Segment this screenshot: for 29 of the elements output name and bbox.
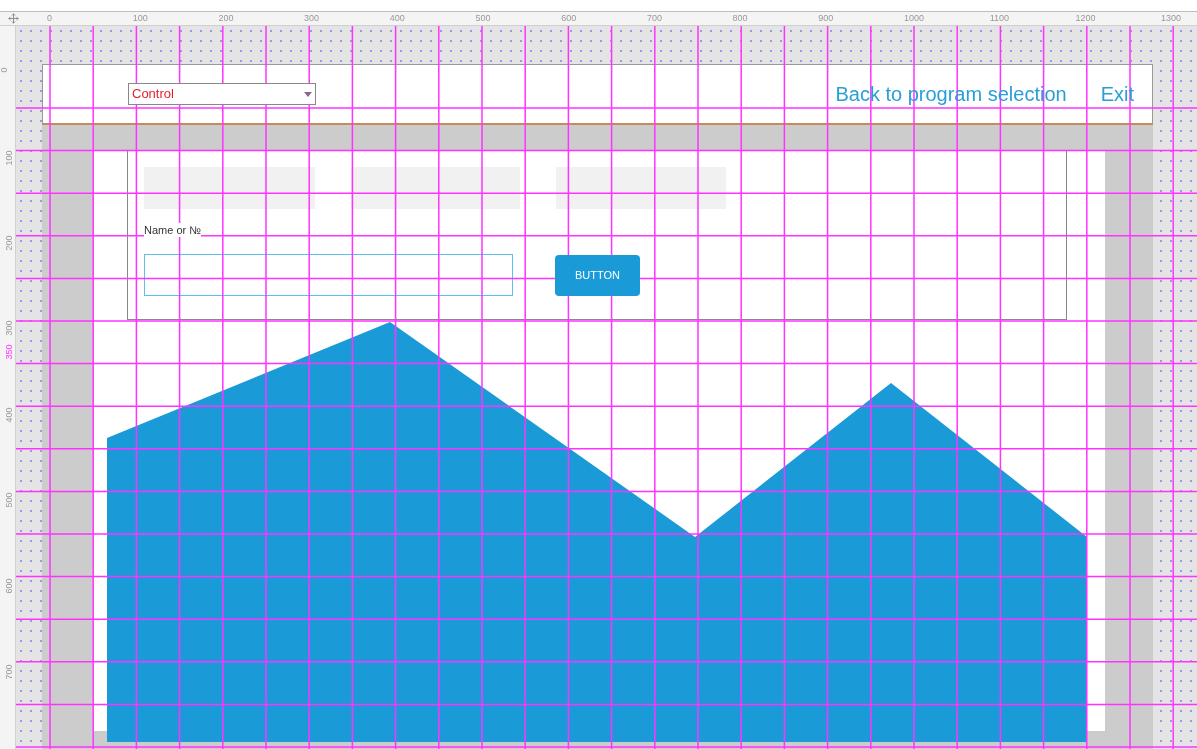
ruler-label: 700 <box>646 12 662 24</box>
field-label: Name or № <box>144 223 202 237</box>
ruler-label: 500 <box>475 12 491 24</box>
ruler-label: 0 <box>0 67 10 73</box>
ruler-label: 0 <box>47 12 52 24</box>
caret-icon <box>304 91 312 97</box>
ruler-label: 1200 <box>1075 12 1096 24</box>
ruler-label: 200 <box>218 12 234 24</box>
ruler-label: 100 <box>132 12 148 24</box>
ruler-label: 400 <box>2 407 15 423</box>
ruler-label: 300 <box>2 320 15 336</box>
ruler-label: 200 <box>2 235 15 251</box>
ruler-label: 500 <box>2 492 15 508</box>
ruler-label: 300 <box>304 12 320 24</box>
ruler-label: 350 <box>2 344 15 360</box>
ruler-label: 1300 <box>1161 12 1182 24</box>
name-input[interactable] <box>144 254 513 296</box>
ruler-label: 900 <box>818 12 834 24</box>
ruler-label: 1100 <box>989 12 1010 24</box>
ruler-label: 600 <box>2 578 15 594</box>
ruler-label: 600 <box>561 12 577 24</box>
ruler-label: 400 <box>389 12 405 24</box>
ruler-label: 100 <box>2 150 15 166</box>
control-dropdown[interactable]: Control <box>128 83 316 105</box>
move-icon[interactable] <box>8 13 19 24</box>
ruler-label: 1000 <box>904 12 925 24</box>
ruler-label: 800 <box>732 12 748 24</box>
submit-button[interactable]: BUTTON <box>555 254 640 296</box>
ruler-label: 700 <box>2 664 15 680</box>
